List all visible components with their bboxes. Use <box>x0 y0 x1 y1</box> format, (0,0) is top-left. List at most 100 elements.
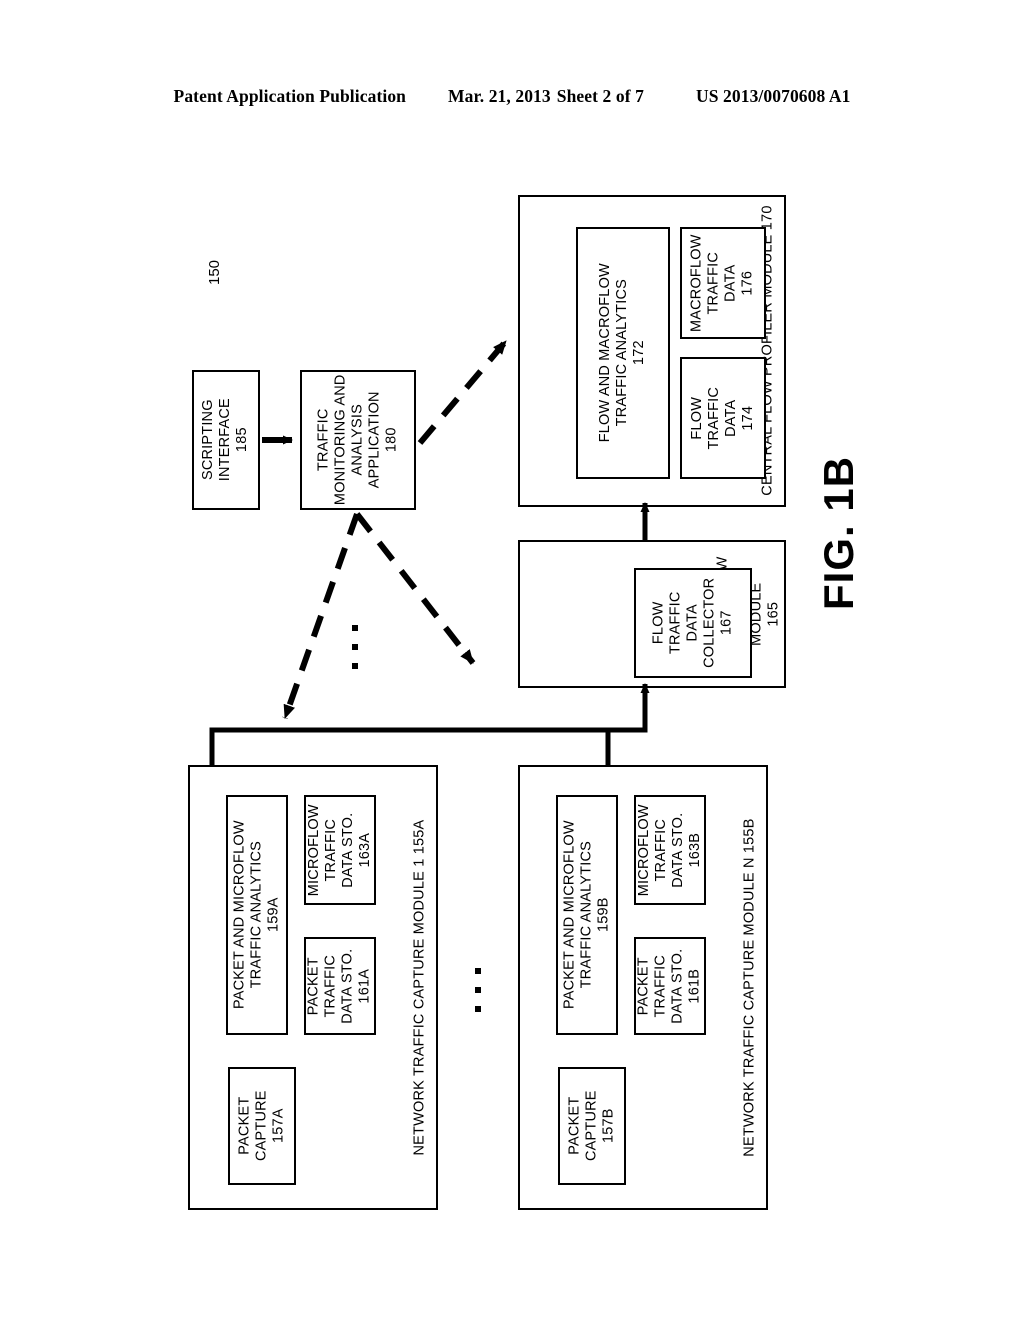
flow-traffic-data-ref: 174 <box>740 405 757 431</box>
figure-label: FIG. 1B <box>815 455 862 610</box>
traffic-app-line2: MONITORING AND <box>332 374 349 506</box>
packet-traffic-store-b-ref: 161B <box>687 968 704 1004</box>
ellipsis-dot <box>475 968 481 974</box>
flow-traffic-data-collector-line2: TRAFFIC <box>667 591 684 655</box>
packet-capture-b-line1: PACKET <box>566 1096 583 1156</box>
ellipsis-dashed-links <box>352 625 358 669</box>
packet-microflow-analytics-a-line1: PACKET AND MICROFLOW <box>231 820 248 1010</box>
flow-traffic-data-line3: DATA <box>723 399 739 437</box>
packet-traffic-store-a-box: PACKET TRAFFIC DATA STO. 161A <box>304 937 376 1035</box>
capture-module-1-title: NETWORK TRAFFIC CAPTURE MODULE 1 155A <box>411 819 428 1156</box>
packet-capture-b-ref: 157B <box>600 1108 617 1144</box>
capture-module-1-title-wrap: NETWORK TRAFFIC CAPTURE MODULE 1 155A <box>406 767 434 1208</box>
packet-capture-b-line2: CAPTURE <box>583 1090 600 1162</box>
microflow-traffic-store-b-label-wrap: MICROFLOW TRAFFIC DATA STO. 163B <box>636 797 704 903</box>
traffic-app-ref: 180 <box>383 427 400 453</box>
microflow-traffic-store-a-line3: DATA STO. <box>340 812 357 888</box>
packet-microflow-analytics-b-line1: PACKET AND MICROFLOW <box>561 820 578 1010</box>
packet-microflow-analytics-b-line2: TRAFFIC ANALYTICS <box>578 841 595 989</box>
header-date: Mar. 21, 2013 <box>448 86 551 106</box>
ellipsis-dot <box>352 625 358 631</box>
packet-traffic-store-a-line1: PACKET <box>305 956 322 1016</box>
flow-traffic-data-collector-box: FLOW TRAFFIC DATA COLLECTOR 167 <box>634 568 752 678</box>
arrow-traffic-app-to-capture-module-n <box>354 512 476 665</box>
packet-traffic-store-b-line3: DATA STO. <box>670 948 686 1024</box>
ellipsis-capture-modules <box>475 968 481 1012</box>
connector-overlay <box>209 339 650 765</box>
flow-macroflow-analytics-line1: FLOW AND MACROFLOW <box>597 263 614 443</box>
scripting-interface-label-wrap: SCRIPTING INTERFACE 185 <box>194 372 258 508</box>
macroflow-traffic-data-label-wrap: MACROFLOW TRAFFIC DATA 176 <box>682 229 764 337</box>
flow-traffic-data-label-wrap: FLOW TRAFFIC DATA 174 <box>682 359 764 477</box>
header-publication: Patent Application Publication <box>173 86 407 106</box>
packet-capture-a-label-wrap: PACKET CAPTURE 157A <box>230 1069 294 1183</box>
scripting-interface-ref: 185 <box>234 427 251 453</box>
arrow-traffic-app-to-profiler <box>417 339 509 445</box>
microflow-traffic-store-a-ref: 163A <box>357 832 374 868</box>
flow-traffic-data-box: FLOW TRAFFIC DATA 174 <box>680 357 766 479</box>
header-sheet: Sheet 2 of 7 <box>556 86 644 106</box>
scripting-interface-line1: SCRIPTING <box>200 399 217 481</box>
packet-capture-a-ref: 157A <box>270 1108 287 1144</box>
collection-module-ref: 165 <box>766 601 783 627</box>
microflow-traffic-store-a-label-wrap: MICROFLOW TRAFFIC DATA STO. 163A <box>306 797 374 903</box>
flow-traffic-data-line1: FLOW <box>688 396 705 440</box>
packet-traffic-store-b-line2: TRAFFIC <box>652 954 669 1018</box>
flow-traffic-data-line2: TRAFFIC <box>705 386 722 450</box>
traffic-app-line3: ANALYSIS <box>349 404 366 476</box>
packet-microflow-analytics-a-ref: 159A <box>265 897 282 933</box>
macroflow-traffic-data-box: MACROFLOW TRAFFIC DATA 176 <box>680 227 766 339</box>
packet-traffic-store-b-label-wrap: PACKET TRAFFIC DATA STO. 161B <box>636 939 704 1033</box>
packet-traffic-store-a-line3: DATA STO. <box>340 948 356 1024</box>
microflow-traffic-store-b-line1: MICROFLOW <box>635 803 652 897</box>
macroflow-traffic-data-line3: DATA <box>723 264 740 302</box>
packet-traffic-store-b-box: PACKET TRAFFIC DATA STO. 161B <box>634 937 706 1035</box>
flow-macroflow-analytics-label-wrap: FLOW AND MACROFLOW TRAFFIC ANALYTICS 172 <box>578 229 668 477</box>
packet-microflow-analytics-a-box: PACKET AND MICROFLOW TRAFFIC ANALYTICS 1… <box>226 795 288 1035</box>
system-reference-150: 150 <box>206 259 223 285</box>
scripting-interface-box: SCRIPTING INTERFACE 185 <box>192 370 260 510</box>
flow-traffic-data-collector-line4: COLLECTOR <box>701 577 718 669</box>
traffic-monitoring-application-box: TRAFFIC MONITORING AND ANALYSIS APPLICAT… <box>300 370 416 510</box>
packet-capture-a-box: PACKET CAPTURE 157A <box>228 1067 296 1185</box>
network-traffic-capture-module-1-box: NETWORK TRAFFIC CAPTURE MODULE 1 155A PA… <box>188 765 438 1210</box>
traffic-app-line4: APPLICATION <box>366 391 383 489</box>
packet-capture-a-line1: PACKET <box>236 1096 253 1156</box>
microflow-traffic-store-a-line1: MICROFLOW <box>305 803 322 897</box>
flow-macroflow-analytics-box: FLOW AND MACROFLOW TRAFFIC ANALYTICS 172 <box>576 227 670 479</box>
packet-capture-a-line2: CAPTURE <box>253 1090 270 1162</box>
capture-module-n-title: NETWORK TRAFFIC CAPTURE MODULE N 155B <box>741 818 758 1157</box>
packet-microflow-analytics-b-label-wrap: PACKET AND MICROFLOW TRAFFIC ANALYTICS 1… <box>558 797 616 1033</box>
microflow-traffic-store-a-box: MICROFLOW TRAFFIC DATA STO. 163A <box>304 795 376 905</box>
flow-traffic-data-collector-line3: DATA <box>684 604 701 642</box>
flow-traffic-data-collector-label-wrap: FLOW TRAFFIC DATA COLLECTOR 167 <box>636 570 750 676</box>
central-flow-collection-module-box: CENTRAL FLOW COLLECTION MODULE 165 FLOW … <box>518 540 786 688</box>
packet-traffic-store-a-label-wrap: PACKET TRAFFIC DATA STO. 161A <box>306 939 374 1033</box>
packet-microflow-analytics-b-ref: 159B <box>595 897 612 933</box>
macroflow-traffic-data-line1: MACROFLOW <box>688 234 705 332</box>
network-traffic-capture-module-n-box: NETWORK TRAFFIC CAPTURE MODULE N 155B PA… <box>518 765 768 1210</box>
packet-microflow-analytics-b-box: PACKET AND MICROFLOW TRAFFIC ANALYTICS 1… <box>556 795 618 1035</box>
packet-capture-b-label-wrap: PACKET CAPTURE 157B <box>560 1069 624 1183</box>
packet-traffic-store-a-ref: 161A <box>357 968 374 1004</box>
packet-traffic-store-a-line2: TRAFFIC <box>322 954 339 1018</box>
page-header: Patent Application Publication Mar. 21, … <box>0 86 1024 107</box>
microflow-traffic-store-b-box: MICROFLOW TRAFFIC DATA STO. 163B <box>634 795 706 905</box>
flow-macroflow-analytics-ref: 172 <box>631 340 648 366</box>
header-patent-number: US 2013/0070608 A1 <box>695 86 851 106</box>
packet-capture-b-box: PACKET CAPTURE 157B <box>558 1067 626 1185</box>
ellipsis-dot <box>475 987 481 993</box>
traffic-app-line1: TRAFFIC <box>315 408 332 472</box>
central-flow-profiler-module-box: CENTRAL FLOW PROFILER MODULE 170 FLOW AN… <box>518 195 786 507</box>
ellipsis-dot <box>352 644 358 650</box>
microflow-traffic-store-b-ref: 163B <box>687 832 704 868</box>
traffic-app-label-wrap: TRAFFIC MONITORING AND ANALYSIS APPLICAT… <box>302 372 414 508</box>
bus-capture-modules-to-collector <box>209 700 648 765</box>
microflow-traffic-store-b-line2: TRAFFIC <box>652 818 669 882</box>
macroflow-traffic-data-ref: 176 <box>740 270 757 296</box>
flow-traffic-data-collector-ref: 167 <box>718 610 735 636</box>
microflow-traffic-store-b-line3: DATA STO. <box>670 812 687 888</box>
packet-microflow-analytics-a-line2: TRAFFIC ANALYTICS <box>248 841 265 989</box>
packet-microflow-analytics-a-label-wrap: PACKET AND MICROFLOW TRAFFIC ANALYTICS 1… <box>228 797 286 1033</box>
ellipsis-dot <box>352 663 358 669</box>
